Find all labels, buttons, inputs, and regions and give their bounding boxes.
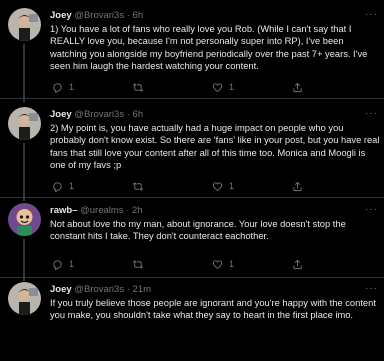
reply-count: 1 — [69, 82, 75, 92]
tweet-header: rawb– @urealms · 2h ··· — [50, 205, 378, 217]
share-icon — [293, 181, 302, 191]
heart-icon — [212, 259, 223, 269]
display-name[interactable]: Joey — [50, 284, 72, 295]
avatar[interactable] — [8, 282, 41, 315]
retweet-button[interactable] — [132, 80, 144, 94]
reply-icon — [53, 259, 62, 270]
timestamp[interactable]: 6h — [133, 10, 144, 21]
separator-dot: · — [126, 284, 130, 295]
avatar[interactable] — [8, 107, 41, 140]
timestamp[interactable]: 6h — [133, 109, 144, 120]
tweet[interactable]: Joey @Brovari3s · 21m ··· If you truly b… — [0, 275, 384, 361]
separator-dot: · — [126, 205, 130, 216]
tweet[interactable]: Joey @Brovari3s · 6h ··· 2) My point is,… — [0, 96, 384, 201]
like-count: 1 — [229, 181, 235, 191]
avatar[interactable] — [8, 203, 41, 236]
retweet-icon — [132, 260, 144, 268]
reply-button[interactable]: 1 — [52, 257, 74, 271]
like-button[interactable]: 1 — [212, 80, 234, 94]
display-name[interactable]: Joey — [50, 10, 72, 21]
heart-icon — [212, 82, 223, 92]
thread-connector — [23, 195, 25, 200]
more-horizontal-icon[interactable]: ··· — [365, 205, 378, 215]
retweet-icon — [132, 182, 144, 190]
tweet-actions: 1 1 — [52, 179, 352, 193]
tweet-actions: 1 1 — [52, 257, 352, 271]
tweet-header: Joey @Brovari3s · 6h ··· — [50, 10, 378, 22]
thread-connector — [23, 96, 25, 101]
heart-icon — [212, 181, 223, 191]
thread-connector — [23, 44, 25, 102]
more-horizontal-icon[interactable]: ··· — [365, 284, 378, 294]
share-icon — [293, 82, 302, 92]
tweet-text: Not about love tho my man, about ignoran… — [50, 219, 346, 242]
tweet-actions: 1 1 — [52, 80, 352, 94]
reply-count: 1 — [69, 259, 75, 269]
like-button[interactable]: 1 — [212, 257, 234, 271]
share-button[interactable] — [292, 80, 303, 94]
reply-button[interactable]: 1 — [52, 80, 74, 94]
share-button[interactable] — [292, 179, 303, 193]
reply-icon — [53, 181, 62, 192]
user-handle[interactable]: @Brovari3s — [74, 109, 124, 120]
like-count: 1 — [229, 259, 235, 269]
share-button[interactable] — [292, 257, 303, 271]
retweet-button[interactable] — [132, 257, 144, 271]
thread-connector — [23, 143, 25, 201]
separator-dot: · — [126, 10, 130, 21]
more-horizontal-icon[interactable]: ··· — [365, 10, 378, 20]
tweet[interactable]: rawb– @urealms · 2h ··· Not about love t… — [0, 195, 384, 281]
tweet-text: 1) You have a lot of fans who really lov… — [50, 24, 368, 71]
display-name[interactable]: rawb– — [50, 205, 77, 216]
timestamp[interactable]: 21m — [133, 284, 151, 295]
thread-connector — [23, 275, 25, 280]
tweet[interactable]: Joey @Brovari3s · 6h ··· 1) You have a l… — [0, 0, 384, 102]
timestamp[interactable]: 2h — [132, 205, 143, 216]
user-handle[interactable]: @Brovari3s — [74, 284, 124, 295]
retweet-icon — [132, 83, 144, 91]
share-icon — [293, 259, 302, 269]
like-button[interactable]: 1 — [212, 179, 234, 193]
avatar[interactable] — [8, 8, 41, 41]
tweet-thread: Joey @Brovari3s · 6h ··· 1) You have a l… — [0, 0, 384, 361]
like-count: 1 — [229, 82, 235, 92]
tweet-header: Joey @Brovari3s · 6h ··· — [50, 109, 378, 121]
retweet-button[interactable] — [132, 179, 144, 193]
tweet-header: Joey @Brovari3s · 21m ··· — [50, 284, 378, 296]
user-handle[interactable]: @urealms — [80, 205, 123, 216]
reply-icon — [53, 82, 62, 93]
tweet-text: If you truly believe those people are ig… — [50, 298, 376, 321]
user-handle[interactable]: @Brovari3s — [74, 10, 124, 21]
more-horizontal-icon[interactable]: ··· — [365, 109, 378, 119]
display-name[interactable]: Joey — [50, 109, 72, 120]
reply-button[interactable]: 1 — [52, 179, 74, 193]
tweet-text: 2) My point is, you have actually had a … — [50, 123, 380, 170]
separator-dot: · — [126, 109, 130, 120]
reply-count: 1 — [69, 181, 75, 191]
